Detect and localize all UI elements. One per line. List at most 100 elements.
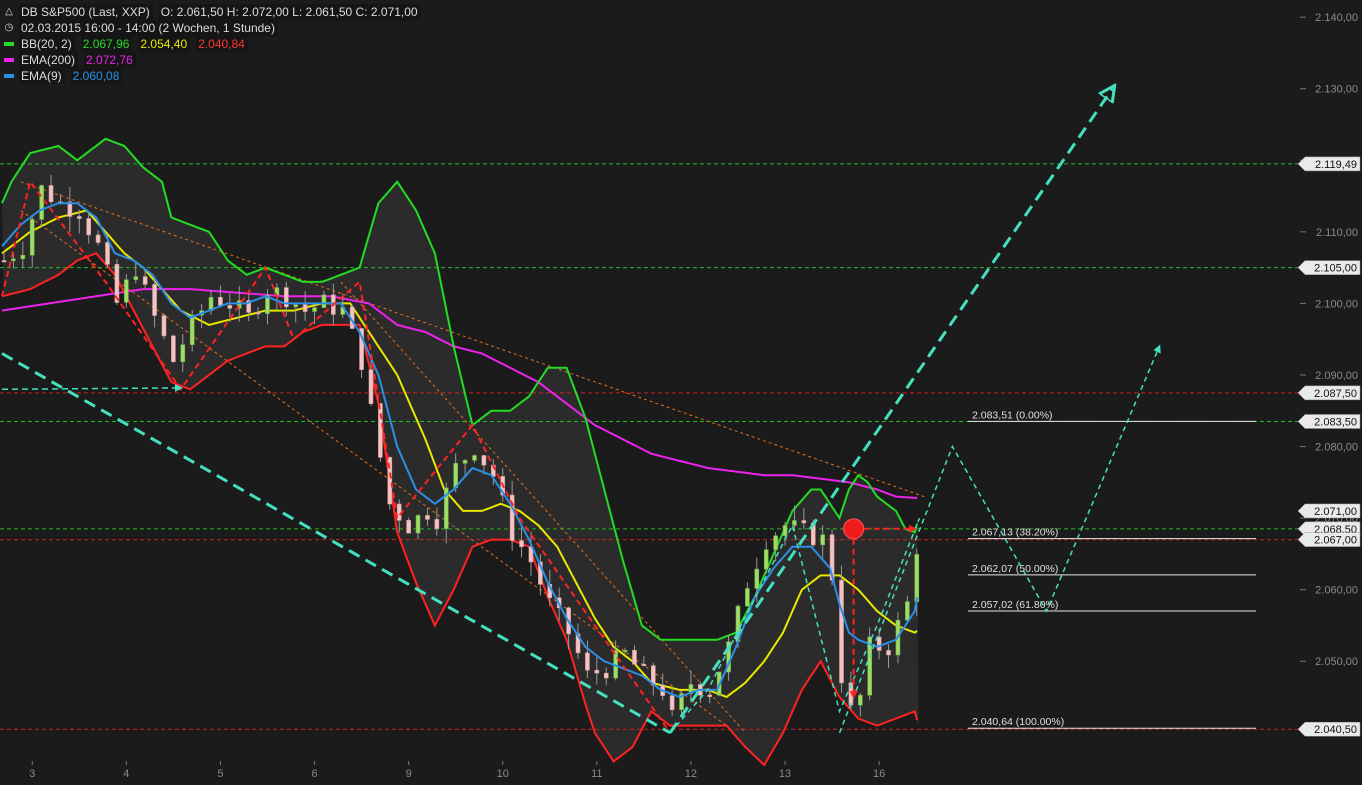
candle-body xyxy=(11,258,16,261)
chart-legend: △ DB S&P500 (Last, XXP) O: 2.061,50 H: 2… xyxy=(4,4,421,84)
candle-body xyxy=(20,254,26,260)
candle-body xyxy=(707,694,713,697)
candle-body xyxy=(669,695,675,711)
candle-body xyxy=(218,297,223,306)
candle-body xyxy=(152,284,157,316)
y-tick-label: 2.110,00 xyxy=(1316,227,1358,239)
y-tick-label: 2.130,00 xyxy=(1315,84,1358,96)
fib-level-label: 2.067,13 (38.20%) xyxy=(972,527,1058,539)
ema9-value: 2.060,08 xyxy=(70,68,123,84)
x-tick-label: 13 xyxy=(779,768,791,780)
candle-body xyxy=(86,218,91,236)
candle-body xyxy=(603,672,609,679)
projection-dash-arrow xyxy=(1,383,183,392)
candle-body xyxy=(105,242,110,265)
candle-body xyxy=(632,649,637,665)
candle-body xyxy=(594,669,600,674)
candle-body xyxy=(519,540,524,548)
y-tick-label: 2.090,00 xyxy=(1315,370,1358,382)
x-tick-label: 6 xyxy=(311,768,317,780)
candle-body xyxy=(434,519,440,529)
candle-body xyxy=(189,314,195,345)
candle-body xyxy=(585,652,590,671)
candle-body xyxy=(180,344,186,363)
legend-ema9-row[interactable]: EMA(9) 2.060,08 xyxy=(4,68,421,84)
ohlc-readout: O: 2.061,50 H: 2.072,00 L: 2.061,50 C: 2… xyxy=(158,4,421,20)
candle-body xyxy=(161,315,167,337)
legend-instrument-row: △ DB S&P500 (Last, XXP) O: 2.061,50 H: 2… xyxy=(4,4,421,20)
candle-body xyxy=(39,185,44,220)
candle-body xyxy=(406,520,411,534)
candle-body xyxy=(858,694,863,706)
price-tag: 2.071,00 xyxy=(1297,503,1361,519)
y-tick-label: 2.060,00 xyxy=(1315,585,1358,597)
candle-body xyxy=(312,307,317,312)
ema200-value: 2.072,76 xyxy=(84,52,136,68)
candle-body xyxy=(293,304,299,308)
candle-body xyxy=(792,520,797,526)
bb-lower-value: 2.040,84 xyxy=(196,36,248,52)
y-tick-label: 2.080,00 xyxy=(1315,442,1358,454)
instrument-title: DB S&P500 (Last, XXP) xyxy=(19,4,153,20)
x-tick-label: 10 xyxy=(497,768,509,780)
candle-body xyxy=(302,304,308,312)
candle-body xyxy=(227,305,233,309)
fib-level-label: 2.083,51 (0.00%) xyxy=(972,409,1053,421)
price-tag-label: 2.119,49 xyxy=(1315,159,1357,171)
chart-window: 2.140,002.130,002.120,002.110,002.100,00… xyxy=(0,0,1362,785)
candle-body xyxy=(415,515,421,534)
y-tick-label: 2.140,00 xyxy=(1315,12,1358,24)
legend-ema200-row[interactable]: EMA(200) 2.072,76 xyxy=(4,52,421,68)
candle-body xyxy=(462,459,468,464)
price-tag-label: 2.071,00 xyxy=(1314,506,1357,518)
x-tick-label: 12 xyxy=(685,768,697,780)
candle-body xyxy=(801,520,807,524)
x-tick-label: 16 xyxy=(873,768,885,780)
price-tag-label: 2.083,50 xyxy=(1314,416,1357,428)
x-tick-label: 5 xyxy=(217,768,223,780)
legend-period-row: ◷ 02.03.2015 16:00 - 14:00 (2 Wochen, 1 … xyxy=(4,20,421,36)
ema9-name: EMA(9) xyxy=(19,68,65,84)
bb-swatch xyxy=(4,42,14,46)
price-tag-label: 2.040,50 xyxy=(1314,724,1357,736)
period-label: 02.03.2015 16:00 - 14:00 (2 Wochen, 1 St… xyxy=(19,20,278,36)
candle-body xyxy=(622,649,628,653)
candle-body xyxy=(472,455,477,461)
price-tag-label: 2.087,50 xyxy=(1314,388,1357,400)
price-tag: 2.119,49 xyxy=(1297,156,1361,172)
candle-body xyxy=(425,515,430,520)
candle-body xyxy=(48,185,54,203)
bb-name: BB(20, 2) xyxy=(19,36,75,52)
candle-body xyxy=(886,650,891,656)
y-tick-label: 2.050,00 xyxy=(1315,656,1358,668)
fib-level-label: 2.062,07 (50.00%) xyxy=(972,563,1058,575)
price-tag-label: 2.067,00 xyxy=(1314,535,1357,547)
price-tag: 2.067,00 xyxy=(1297,532,1361,547)
candle-body xyxy=(905,601,910,621)
candle-body xyxy=(839,579,844,684)
candle-body xyxy=(142,276,148,285)
x-tick-label: 3 xyxy=(29,768,35,780)
x-tick-label: 9 xyxy=(406,768,412,780)
candle-body xyxy=(255,312,261,315)
x-tick-label: 4 xyxy=(123,768,129,780)
candle-body xyxy=(782,525,788,537)
candle-body xyxy=(321,294,327,308)
price-tag: 2.105,00 xyxy=(1297,260,1361,275)
legend-bb-row[interactable]: BB(20, 2) 2.067,96 2.054,40 2.040,84 xyxy=(4,36,421,52)
candle-body xyxy=(763,549,769,570)
candle-body xyxy=(29,219,35,256)
candle-body xyxy=(641,663,647,667)
price-tag-label: 2.105,00 xyxy=(1314,263,1357,275)
bb-middle-value: 2.054,40 xyxy=(138,36,191,52)
bollinger-band-fill xyxy=(2,138,919,765)
candle-body xyxy=(820,534,825,546)
candle-body xyxy=(745,588,750,607)
price-chart[interactable]: 2.140,002.130,002.120,002.110,002.100,00… xyxy=(0,0,1362,785)
candle-body xyxy=(876,636,882,651)
candle-body xyxy=(95,234,101,243)
signal-marker xyxy=(843,518,865,540)
candle-body xyxy=(754,568,760,589)
candle-body xyxy=(481,455,487,466)
price-tag: 2.040,50 xyxy=(1297,721,1361,737)
